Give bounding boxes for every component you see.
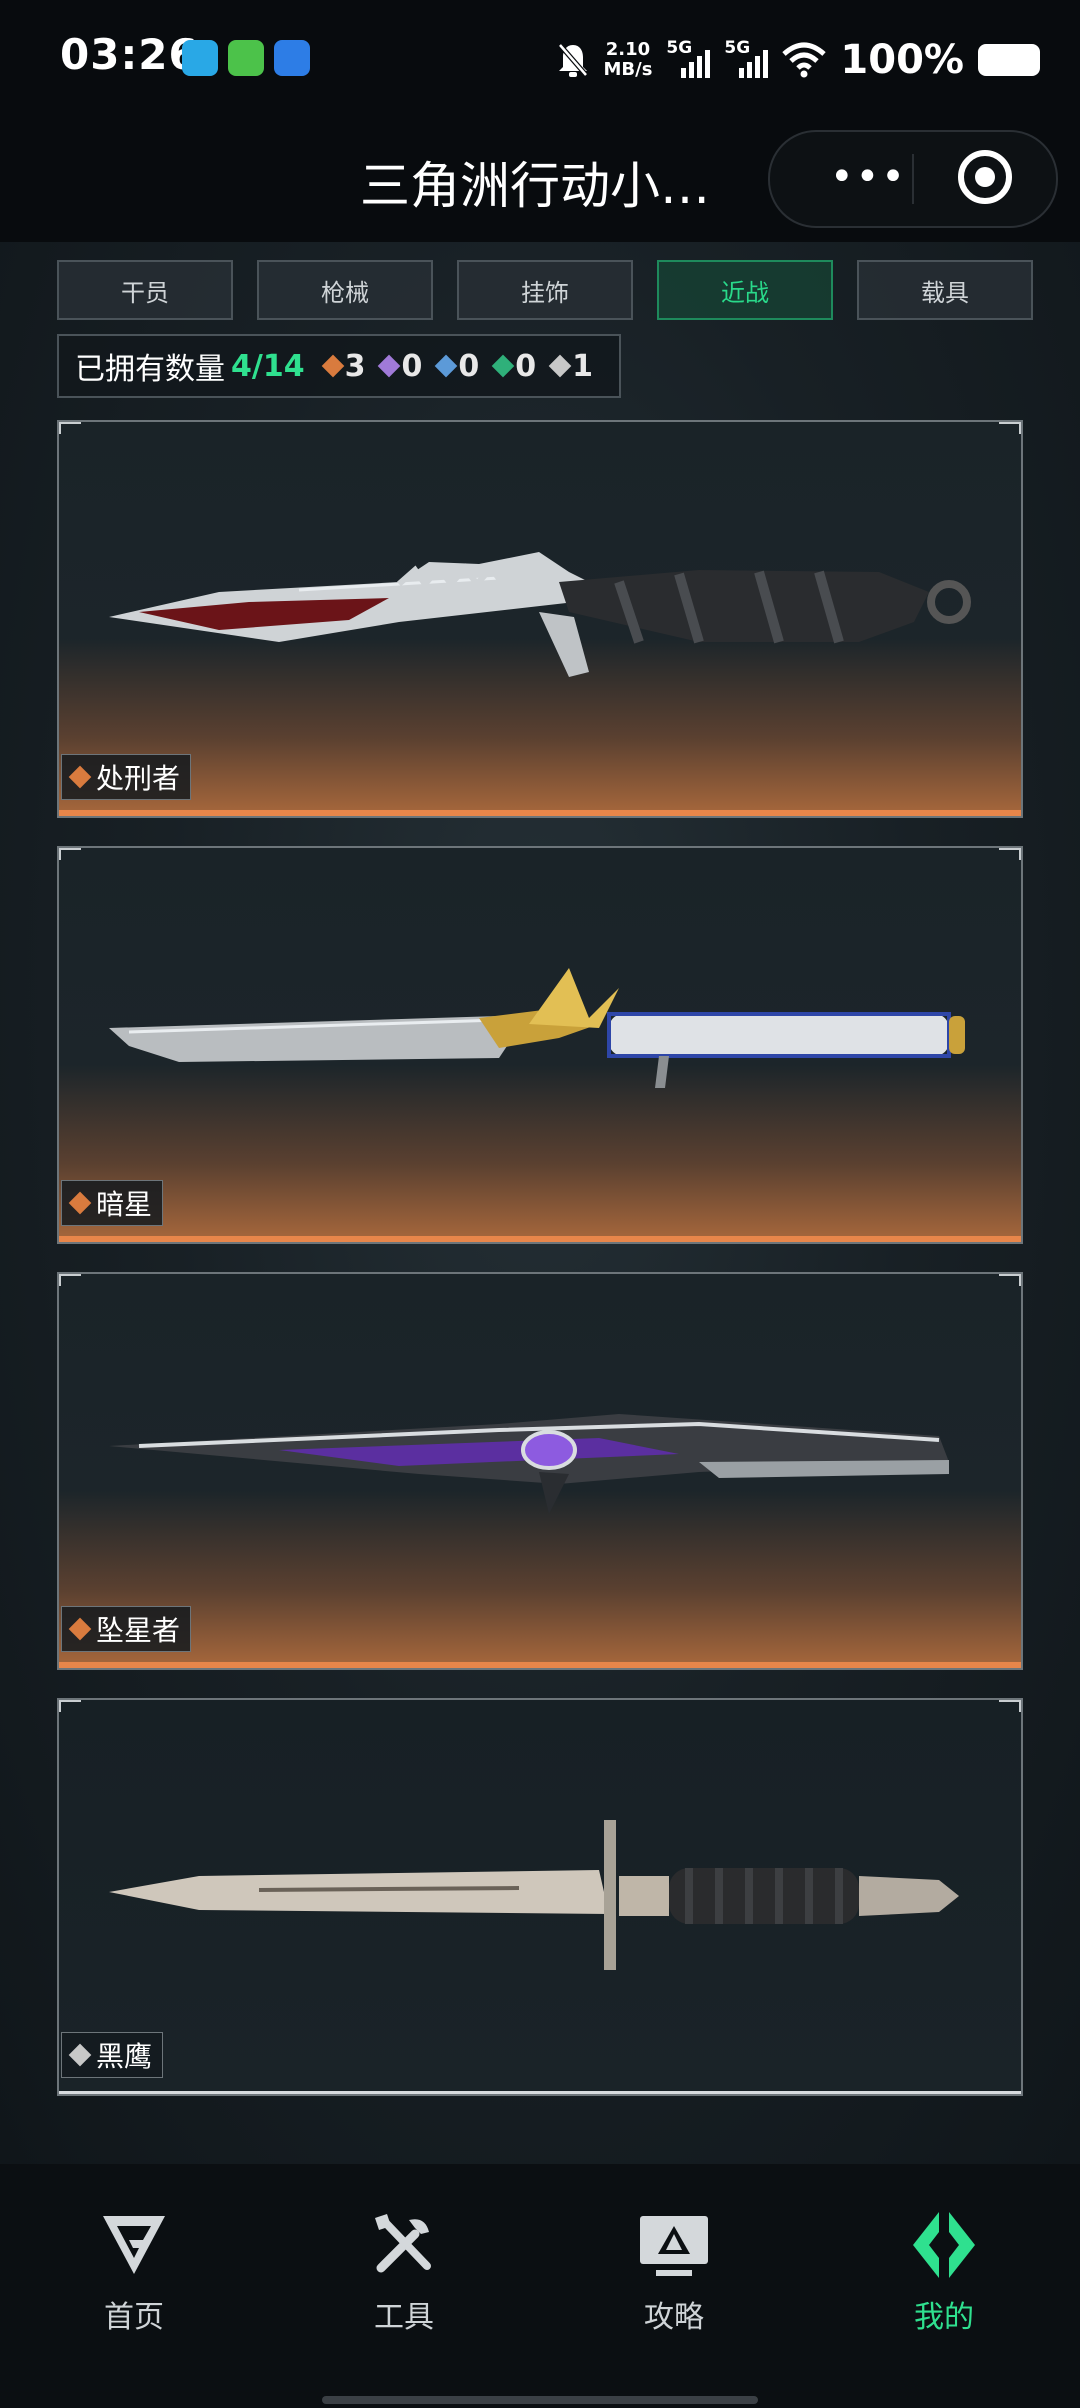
bottom-tab-bar: 首页 工具 攻略 我的	[0, 2164, 1080, 2408]
card-name-tag: 处刑者	[61, 754, 192, 800]
status-bar: 03:26 2.10 MB/s 5G 5G 100%	[0, 0, 1080, 120]
blue-rarity-icon	[435, 354, 458, 378]
mini-program-nav-bar: 三角洲行动小… •••	[0, 120, 1080, 242]
more-button[interactable]: •••	[830, 157, 907, 197]
category-tabs: 干员 枪械 挂饰 近战 载具	[57, 260, 1033, 320]
guide-monitor-icon	[640, 2216, 708, 2276]
orange-rarity-icon	[68, 1617, 92, 1641]
nav-guide[interactable]: 攻略	[594, 2210, 754, 2336]
tab-firearms[interactable]: 枪械	[257, 260, 433, 320]
home-indicator	[322, 2396, 758, 2404]
rarity-blue-count: 0	[435, 349, 479, 384]
wifi-icon	[782, 42, 827, 78]
home-logo-icon	[103, 2216, 165, 2274]
melee-card-executioner[interactable]: 处刑者	[57, 420, 1023, 818]
signal-sim1-icon: 5G	[666, 38, 711, 82]
close-target-button[interactable]	[958, 150, 1012, 204]
capsule-menu: •••	[768, 130, 1058, 228]
net-speed: 2.10 MB/s	[603, 39, 653, 80]
battery-percent: 100%	[840, 37, 964, 83]
mute-bell-icon	[557, 43, 588, 77]
nav-profile[interactable]: 我的	[864, 2210, 1024, 2336]
orange-rarity-icon	[321, 354, 344, 378]
rarity-green-count: 0	[491, 349, 536, 384]
rarity-white-count: 1	[548, 349, 593, 384]
orange-rarity-icon	[68, 765, 92, 789]
nav-home[interactable]: 首页	[54, 2210, 214, 2336]
white-rarity-icon	[68, 2043, 92, 2067]
tab-melee[interactable]: 近战	[657, 260, 833, 320]
purple-rarity-icon	[378, 354, 401, 378]
clipboard-icon	[228, 40, 264, 76]
tab-charms[interactable]: 挂饰	[457, 260, 633, 320]
profile-logo-icon	[913, 2212, 975, 2278]
green-rarity-icon	[491, 354, 515, 378]
tools-icon	[375, 2214, 431, 2273]
tab-vehicles[interactable]: 载具	[857, 260, 1033, 320]
card-name-tag: 黑鹰	[61, 2032, 164, 2078]
collection-main: 干员 枪械 挂饰 近战 载具 已拥有数量 4/14 3 0 0 0 1 处刑者 …	[0, 242, 1080, 2164]
card-name-tag: 坠星者	[61, 1606, 192, 1652]
status-time: 03:26	[60, 30, 199, 79]
orange-rarity-icon	[68, 1191, 92, 1215]
card-name-tag: 暗星	[61, 1180, 164, 1226]
dark-star-knife-image	[109, 968, 965, 1088]
melee-card-black-hawk[interactable]: 黑鹰	[57, 1698, 1023, 2096]
page-title: 三角洲行动小…	[360, 157, 710, 215]
white-rarity-icon	[548, 354, 572, 378]
message-icon	[274, 40, 310, 76]
rarity-orange-count: 3	[321, 349, 365, 384]
rarity-purple-count: 0	[378, 349, 422, 384]
signal-sim2-icon: 5G	[724, 38, 769, 82]
black-hawk-knife-image	[109, 1820, 959, 1970]
melee-card-star-faller[interactable]: 坠星者	[57, 1272, 1023, 1670]
melee-card-dark-star[interactable]: 暗星	[57, 846, 1023, 1244]
status-indicators: 2.10 MB/s 5G 5G 100%	[556, 30, 1040, 90]
nav-tools[interactable]: 工具	[324, 2210, 484, 2336]
executioner-knife-image	[109, 552, 971, 677]
owned-count: 4/14	[231, 348, 305, 384]
star-faller-knife-image	[109, 1414, 949, 1514]
qq-icon	[182, 40, 218, 76]
tab-operator[interactable]: 干员	[57, 260, 233, 320]
owned-label: 已拥有数量	[75, 352, 225, 387]
battery-icon	[978, 44, 1040, 76]
owned-count-bar: 已拥有数量 4/14 3 0 0 0 1	[57, 334, 621, 398]
capsule-divider	[912, 154, 914, 204]
target-dot-icon	[975, 167, 995, 187]
notification-icons	[182, 40, 310, 76]
